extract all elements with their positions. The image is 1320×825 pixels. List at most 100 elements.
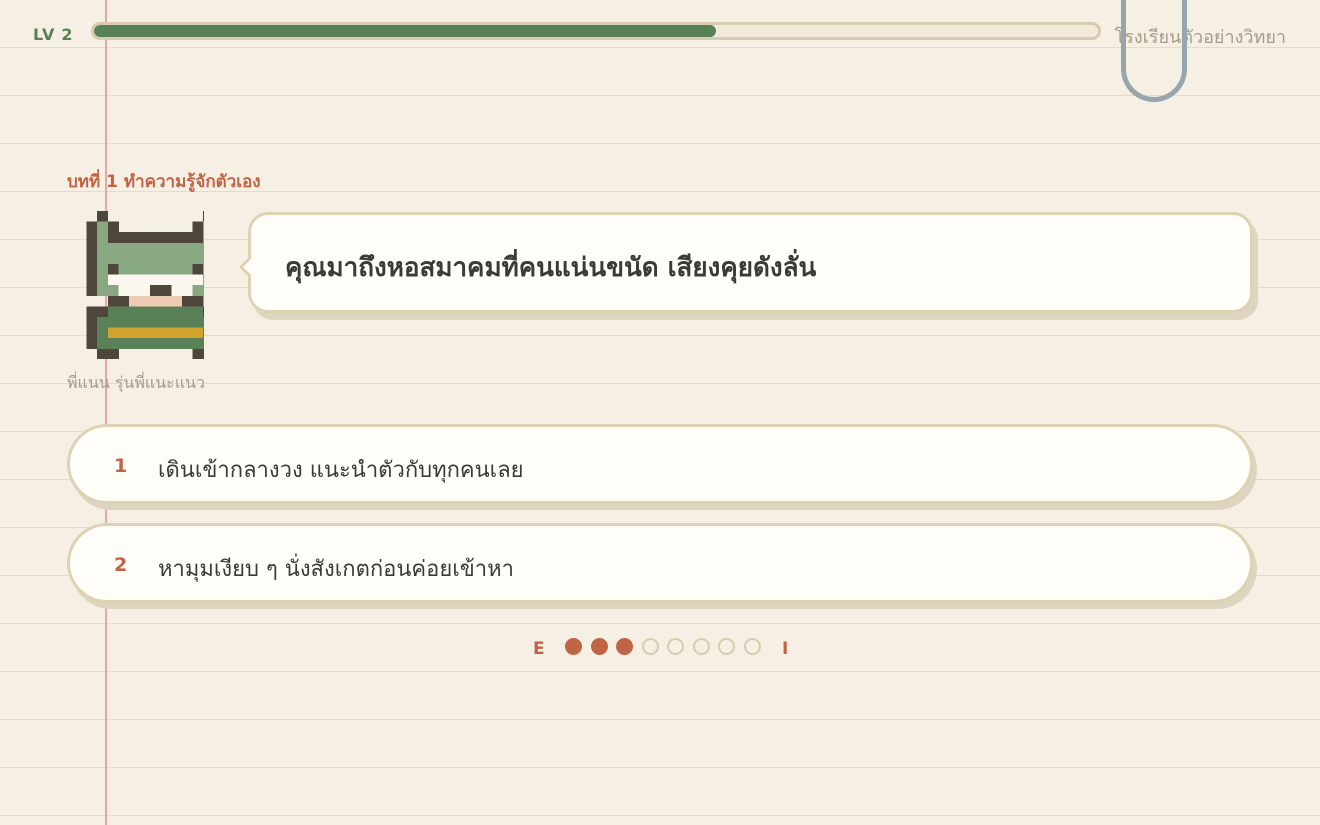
scale-dot (590, 638, 608, 655)
avatar-pixel (150, 306, 162, 318)
avatar-pixel (107, 221, 119, 233)
avatar-pixel (118, 232, 130, 244)
avatar-pixel (160, 306, 172, 318)
avatar-pixel (160, 338, 172, 350)
avatar-pixel (150, 338, 162, 350)
scale-dot (718, 638, 735, 655)
avatar-pixel (192, 264, 204, 275)
avatar-pixel (86, 317, 98, 328)
avatar-pixel (171, 306, 183, 318)
avatar-pixel (203, 327, 215, 339)
avatar-pixel (97, 338, 109, 350)
avatar-pixel (171, 285, 183, 297)
choice-option-1[interactable]: 1 เดินเข้ากลางวง แนะนำตัวกับทุกคนเลย (67, 424, 1253, 504)
avatar-pixel (97, 317, 109, 328)
avatar-pixel (97, 221, 109, 233)
choice-option-2[interactable]: 2 หามุมเงียบ ๆ นั่งสังเกตก่อนค่อยเข้าหา (67, 523, 1253, 603)
avatar-pixel (97, 232, 109, 244)
avatar-pixel (182, 327, 193, 339)
avatar-pixel (139, 274, 151, 286)
avatar-pixel (97, 211, 109, 222)
avatar-pixel (203, 253, 215, 265)
avatar-pixel (171, 338, 183, 350)
avatar-pixel (86, 264, 98, 275)
avatar-pixel (118, 327, 130, 339)
avatar-pixel (182, 274, 193, 286)
avatar-pixel (107, 295, 119, 307)
avatar-pixel (203, 338, 215, 350)
avatar-pixel (86, 221, 98, 233)
avatar-pixel (139, 295, 151, 307)
level-label: LV (33, 25, 56, 44)
level-indicator: LV 2 (33, 25, 74, 44)
speech-bubble-tail (239, 256, 251, 278)
avatar-pixel (107, 242, 119, 254)
avatar-pixel (150, 285, 162, 297)
avatar-pixel (86, 285, 98, 297)
avatar-pixel (160, 327, 172, 339)
avatar-pixel (139, 264, 151, 275)
avatar-pixel (160, 264, 172, 275)
avatar-pixel (171, 295, 183, 307)
avatar-pixel (107, 327, 119, 339)
avatar-pixel (86, 274, 98, 286)
avatar-pixel (192, 285, 204, 297)
avatar-pixel (129, 264, 140, 275)
notebook-margin-line (105, 0, 107, 825)
avatar-pixel (192, 242, 204, 254)
avatar-pixel (182, 232, 193, 244)
avatar-pixel (129, 285, 140, 297)
avatar-pixel (203, 274, 215, 286)
progress-bar-fill (94, 25, 717, 37)
avatar-pixel (203, 348, 215, 360)
avatar-pixel (129, 274, 140, 286)
avatar-pixel (182, 295, 193, 307)
avatar-pixel (160, 274, 172, 286)
speaker-name: พี่แนน รุ่นพี่แนะแนว (67, 373, 205, 392)
avatar-pixel (150, 253, 162, 265)
avatar-pixel (118, 295, 130, 307)
paper-clip-icon (1121, 0, 1187, 102)
avatar-pixel (160, 285, 172, 297)
avatar-pixel (182, 306, 193, 318)
avatar-pixel (139, 306, 151, 318)
avatar-pixel (171, 242, 183, 254)
avatar-pixel (182, 253, 193, 265)
avatar-pixel (129, 327, 140, 339)
avatar-pixel (97, 327, 109, 339)
avatar-pixel (139, 327, 151, 339)
avatar-pixel (129, 306, 140, 318)
avatar-pixel (107, 317, 119, 328)
avatar-pixel (139, 317, 151, 328)
avatar-pixel (171, 253, 183, 265)
scale-dot (743, 638, 761, 655)
avatar-pixel (171, 317, 183, 328)
avatar-pixel (118, 317, 130, 328)
avatar-pixel (171, 232, 183, 244)
progress-bar (91, 22, 1101, 40)
avatar-pixel (150, 327, 162, 339)
avatar-pixel (203, 242, 215, 254)
avatar-pixel (171, 274, 183, 286)
avatar-pixel (107, 264, 119, 275)
avatar-pixel (150, 317, 162, 328)
avatar-pixel (129, 295, 140, 307)
avatar-pixel (182, 338, 193, 350)
scale-left-label: E (533, 639, 545, 659)
speaker-avatar (76, 211, 225, 363)
avatar-pixel (192, 306, 204, 318)
avatar-pixel (129, 232, 140, 244)
avatar-pixel (118, 253, 130, 265)
avatar-pixel (192, 348, 204, 360)
avatar-pixel (192, 274, 204, 286)
avatar-pixel (150, 264, 162, 275)
avatar-pixel (118, 264, 130, 275)
avatar-pixel (139, 232, 151, 244)
avatar-pixel (192, 221, 204, 233)
avatar-pixel (203, 285, 215, 297)
avatar-pixel (86, 327, 98, 339)
scale-dot (565, 638, 582, 655)
avatar-pixel (107, 232, 119, 244)
scale-dot (616, 638, 633, 655)
avatar-pixel (129, 253, 140, 265)
